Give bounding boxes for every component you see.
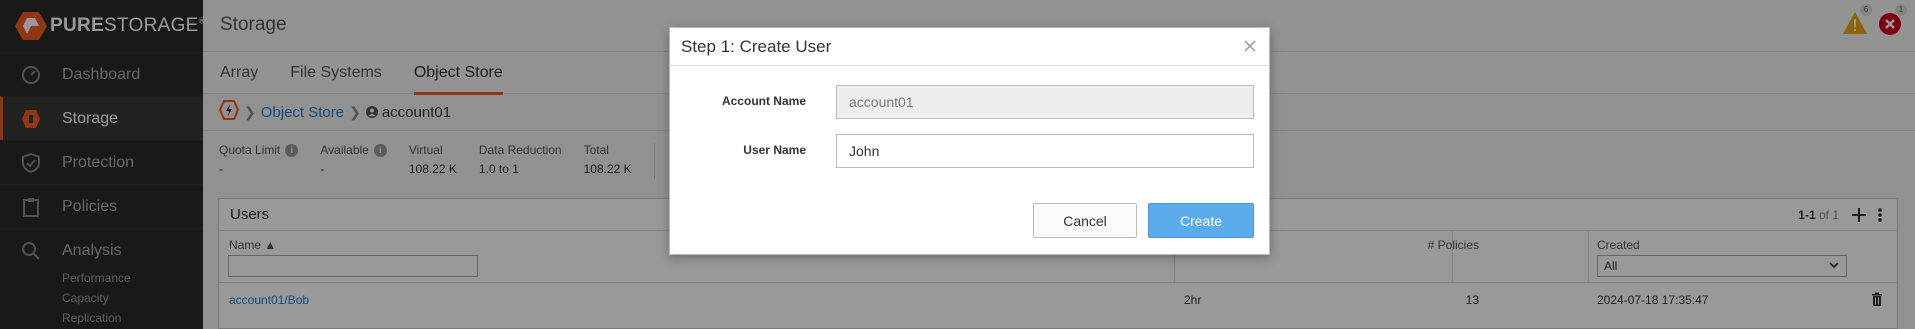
create-button[interactable]: Create xyxy=(1148,203,1254,238)
account-name-row: Account Name xyxy=(670,85,1269,119)
user-name-row: User Name xyxy=(670,134,1269,168)
account-name-field xyxy=(836,85,1254,119)
dialog-title: Step 1: Create User xyxy=(681,36,832,56)
user-name-field[interactable] xyxy=(836,134,1254,168)
user-name-label: User Name xyxy=(743,143,806,157)
create-user-dialog: Step 1: Create User Account Name User Na… xyxy=(669,27,1270,255)
dialog-header: Step 1: Create User xyxy=(670,28,1269,66)
account-name-label: Account Name xyxy=(721,94,806,108)
close-icon[interactable] xyxy=(1241,37,1259,55)
cancel-button[interactable]: Cancel xyxy=(1033,203,1137,238)
